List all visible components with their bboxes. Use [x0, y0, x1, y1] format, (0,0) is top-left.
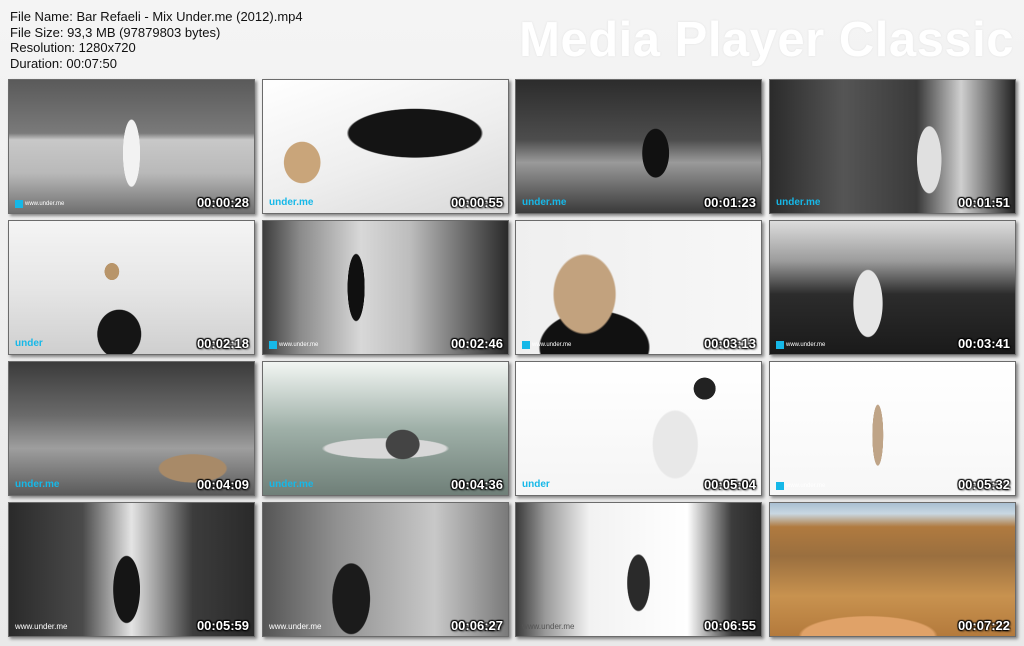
- timestamp: 00:02:46: [450, 336, 503, 351]
- timestamp: 00:05:59: [196, 618, 249, 633]
- thumbnail-scene: [9, 362, 254, 495]
- thumbnail-scene: [9, 80, 254, 213]
- thumbnail-scene: [263, 80, 508, 213]
- thumbnail[interactable]: under 00:02:18: [8, 220, 255, 355]
- watermark: www.under.me: [776, 482, 825, 490]
- thumbnail-scene: [9, 503, 254, 636]
- thumbnail[interactable]: www.under.me 00:05:32: [769, 361, 1016, 496]
- thumbnail[interactable]: under.me 00:00:55: [262, 79, 509, 214]
- watermark: www.under.me: [15, 622, 68, 631]
- thumbnail-grid: www.under.me 00:00:28 under.me 00:00:55 …: [8, 79, 1016, 637]
- timestamp: 00:02:18: [196, 336, 249, 351]
- thumbnail[interactable]: 00:07:22: [769, 502, 1016, 637]
- thumbnail-scene: [516, 362, 761, 495]
- thumbnail[interactable]: www.under.me 00:02:46: [262, 220, 509, 355]
- thumbnail[interactable]: www.under.me 00:00:28: [8, 79, 255, 214]
- watermark: under.me: [15, 479, 60, 490]
- thumbnail-scene: [770, 503, 1015, 636]
- watermark: under.me: [522, 197, 567, 208]
- timestamp: 00:01:23: [703, 195, 756, 210]
- watermark: www.under.me: [776, 341, 825, 349]
- thumbnail[interactable]: www.under.me 00:06:55: [515, 502, 762, 637]
- timestamp: 00:05:32: [957, 477, 1010, 492]
- thumbnail-scene: [770, 221, 1015, 354]
- thumbnail-scene: [516, 503, 761, 636]
- thumbnail[interactable]: www.under.me 00:06:27: [262, 502, 509, 637]
- thumbnail-scene: [263, 362, 508, 495]
- thumbnail[interactable]: under.me 00:04:09: [8, 361, 255, 496]
- file-info-panel: File Name: Bar Refaeli - Mix Under.me (2…: [10, 9, 303, 71]
- watermark: under.me: [269, 479, 314, 490]
- thumbnail-scene: [9, 221, 254, 354]
- thumbnail-scene: [516, 221, 761, 354]
- thumbnail[interactable]: under.me 00:01:23: [515, 79, 762, 214]
- timestamp: 00:00:28: [196, 195, 249, 210]
- file-size-text: File Size: 93,3 MB (97879803 bytes): [10, 24, 221, 40]
- watermark: www.under.me: [269, 341, 318, 349]
- thumbnail-scene: [770, 362, 1015, 495]
- thumbnail-scene: [770, 80, 1015, 213]
- thumbnail[interactable]: www.under.me 00:05:59: [8, 502, 255, 637]
- watermark: www.under.me: [522, 622, 575, 631]
- thumbnail[interactable]: under.me 00:04:36: [262, 361, 509, 496]
- duration-text: Duration: 00:07:50: [10, 55, 117, 71]
- watermark: www.under.me: [269, 622, 322, 631]
- timestamp: 00:03:41: [957, 336, 1010, 351]
- timestamp: 00:04:36: [450, 477, 503, 492]
- timestamp: 00:01:51: [957, 195, 1010, 210]
- thumbnail[interactable]: www.under.me 00:03:13: [515, 220, 762, 355]
- timestamp: 00:07:22: [957, 618, 1010, 633]
- watermark: under: [15, 338, 43, 349]
- thumbnail-scene: [516, 80, 761, 213]
- timestamp: 00:06:55: [703, 618, 756, 633]
- thumbnail[interactable]: under 00:05:04: [515, 361, 762, 496]
- timestamp: 00:06:27: [450, 618, 503, 633]
- thumbnail[interactable]: under.me 00:01:51: [769, 79, 1016, 214]
- watermark: under.me: [269, 197, 314, 208]
- thumbnail[interactable]: www.under.me 00:03:41: [769, 220, 1016, 355]
- timestamp: 00:00:55: [450, 195, 503, 210]
- file-name-text: File Name: Bar Refaeli - Mix Under.me (2…: [10, 9, 303, 24]
- brand-watermark: Media Player Classic: [519, 13, 1014, 67]
- watermark: under: [522, 479, 550, 490]
- timestamp: 00:05:04: [703, 477, 756, 492]
- timestamp: 00:03:13: [703, 336, 756, 351]
- watermark: www.under.me: [15, 200, 64, 208]
- timestamp: 00:04:09: [196, 477, 249, 492]
- watermark: under.me: [776, 197, 821, 208]
- thumbnail-scene: [263, 503, 508, 636]
- watermark: www.under.me: [522, 341, 571, 349]
- resolution-text: Resolution: 1280x720: [10, 40, 136, 55]
- thumbnail-scene: [263, 221, 508, 354]
